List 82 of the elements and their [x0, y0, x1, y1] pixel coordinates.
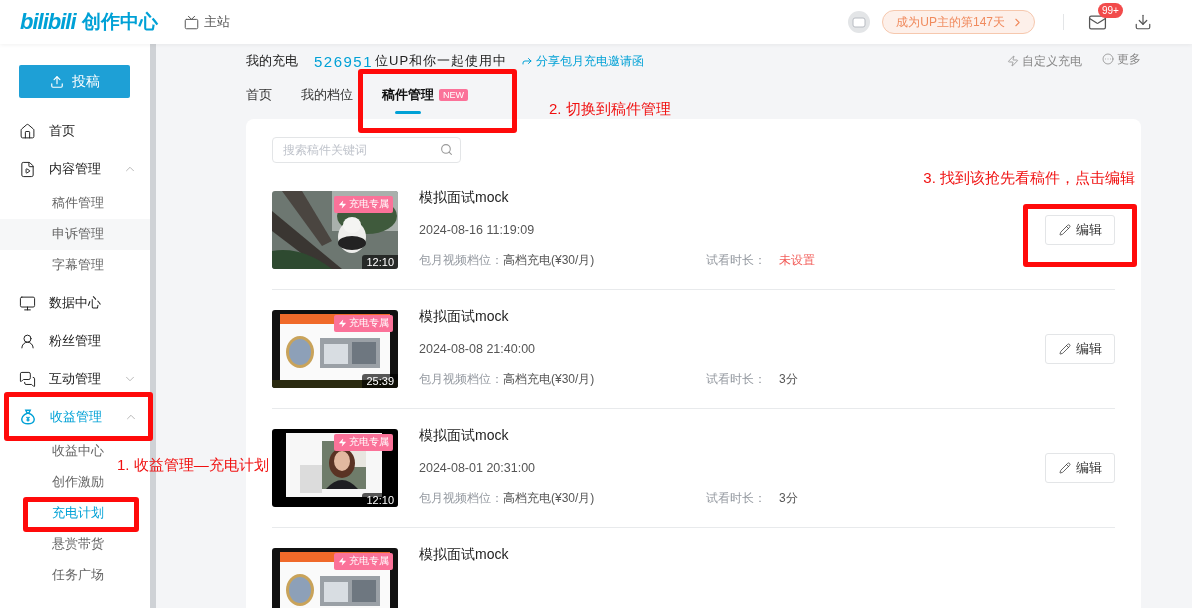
summary-text: 位UP和你一起使用中: [375, 52, 508, 70]
search-field[interactable]: 搜索稿件关键词: [272, 137, 461, 163]
charge-exclusive-badge: 充电专属: [334, 434, 393, 451]
video-duration: 25:39: [362, 374, 398, 388]
sidebar-subitem[interactable]: 字幕管理: [0, 250, 112, 281]
tab[interactable]: 我的档位: [301, 81, 353, 108]
sidebar-item[interactable]: 首页: [0, 112, 150, 150]
video-title: 模拟面试mock: [419, 189, 510, 207]
search-icon: [440, 143, 453, 156]
tier-value: 高档充电(¥30/月): [503, 252, 595, 269]
video-thumbnail[interactable]: 充电专属 12:10: [272, 429, 398, 507]
trial-value: 未设置: [779, 252, 815, 269]
edit-button[interactable]: 编辑: [1045, 215, 1115, 245]
trial-value: 3分: [779, 490, 798, 507]
annotation-text: 3. 找到该抢先看稿件，点击编辑: [923, 169, 1135, 188]
edit-button[interactable]: 编辑: [1045, 334, 1115, 364]
video-title: 模拟面试mock: [419, 427, 510, 445]
lightning-icon: [1007, 55, 1019, 67]
annotation-text: 2. 切换到稿件管理: [549, 100, 671, 119]
main-site-link[interactable]: 主站: [183, 13, 230, 31]
tier-value: 高档充电(¥30/月): [503, 490, 595, 507]
sidebar-item[interactable]: 数据中心: [0, 284, 150, 322]
monitor-icon: [19, 294, 36, 312]
file-video-icon: [19, 160, 36, 178]
annotation-text: 1. 收益管理—充电计划: [117, 456, 269, 475]
lightning-icon: [338, 200, 347, 209]
more-icon: [1102, 53, 1114, 65]
video-thumbnail[interactable]: 充电专属 25:39: [272, 310, 398, 388]
active-tab-indicator: [395, 110, 421, 114]
notification-count: 99+: [1098, 2, 1123, 18]
money-bag-icon: [19, 408, 37, 426]
publish-date: 2024-08-08 21:40:00: [419, 341, 537, 356]
edit-button[interactable]: 编辑: [1045, 453, 1115, 483]
sidebar-subitem[interactable]: 悬赏带货: [0, 529, 112, 560]
lightning-icon: [338, 557, 347, 566]
video-title: 模拟面试mock: [419, 546, 510, 564]
lightning-icon: [338, 438, 347, 447]
tier-label: 包月视频档位：: [419, 371, 503, 388]
charge-exclusive-badge: 充电专属: [334, 553, 393, 570]
label: 我的充电: [246, 52, 298, 70]
sidebar-subitem[interactable]: 收益中心: [0, 436, 112, 467]
trial-label: 试看时长：: [706, 252, 766, 269]
user-icon: [19, 332, 36, 350]
trial-label: 试看时长：: [706, 371, 766, 388]
edit-icon: [1058, 462, 1071, 474]
video-duration: 12:10: [362, 255, 398, 269]
tier-label: 包月视频档位：: [419, 490, 503, 507]
tab[interactable]: 首页: [246, 81, 272, 108]
trial-value: 3分: [779, 371, 798, 388]
charge-exclusive-badge: 充电专属: [334, 196, 393, 213]
lightning-icon: [338, 319, 347, 328]
tier-value: 高档充电(¥30/月): [503, 371, 595, 388]
trial-label: 试看时长：: [706, 490, 766, 507]
sidebar-subitem[interactable]: 稿件管理: [0, 188, 112, 219]
publish-date: 2024-08-16 11:19:09: [419, 222, 536, 237]
sidebar-item[interactable]: 内容管理: [0, 150, 150, 188]
edit-icon: [1058, 343, 1071, 355]
tab[interactable]: 稿件管理 NEW: [382, 81, 468, 108]
video-thumbnail[interactable]: 充电专属 12:10: [272, 191, 398, 269]
more-link[interactable]: 更多: [1102, 50, 1141, 68]
sidebar-subitem[interactable]: 创作激励: [0, 467, 112, 498]
user-count: 526951: [314, 52, 374, 70]
download-icon: [1134, 13, 1152, 31]
video-duration: 12:10: [362, 493, 398, 507]
upload-icon: [49, 74, 64, 89]
app-title: 创作中心: [81, 10, 158, 34]
custom-charge-link[interactable]: 自定义充电: [1007, 52, 1082, 70]
tier-label: 包月视频档位：: [419, 252, 503, 269]
sidebar-subitem[interactable]: 申诉管理: [0, 219, 150, 250]
sidebar-subitem[interactable]: 任务广场: [0, 560, 112, 591]
house-icon: [19, 122, 36, 140]
new-badge: NEW: [439, 88, 468, 101]
download-button[interactable]: [1134, 13, 1152, 31]
charge-exclusive-badge: 充电专属: [334, 315, 393, 332]
publish-date: 2024-08-01 20:31:00: [419, 460, 537, 475]
edit-icon: [1058, 224, 1071, 236]
sidebar-item[interactable]: 互动管理: [0, 360, 150, 398]
tv-icon: [183, 14, 199, 30]
sidebar-item[interactable]: 粉丝管理: [0, 322, 150, 360]
share-icon: [521, 55, 534, 67]
video-title: 模拟面试mock: [419, 308, 510, 326]
chat-icon: [19, 370, 36, 388]
